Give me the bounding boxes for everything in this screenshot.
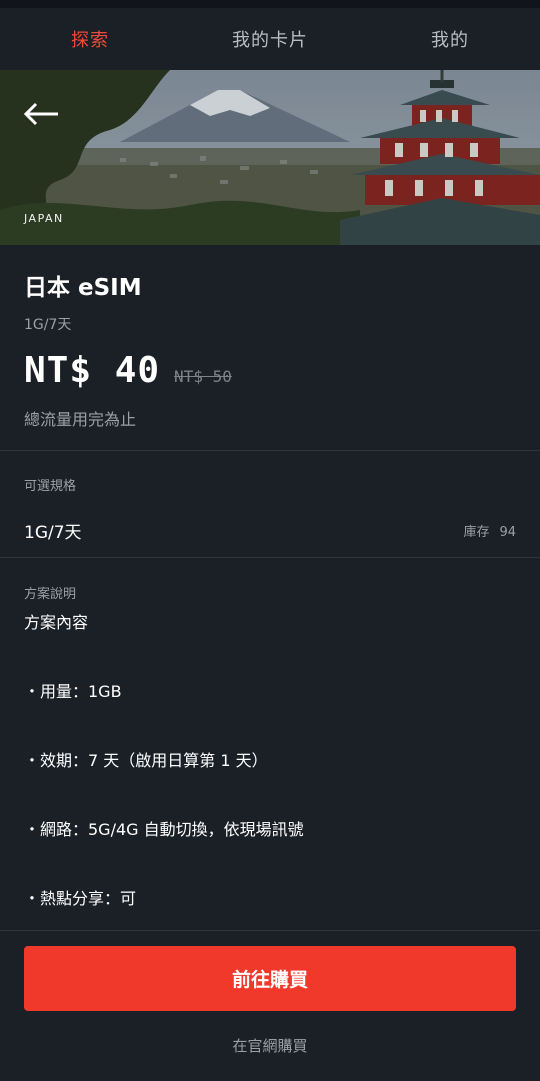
price-row: NT$ 40 NT$ 50 — [24, 350, 232, 391]
original-price: NT$ 50 — [174, 367, 232, 386]
spec-option[interactable]: 1G/7天 庫存 94 — [24, 518, 516, 543]
product-info: 日本 eSIM 1G/7天 — [24, 268, 516, 334]
spec-section-label: 可選規格 — [24, 479, 77, 494]
official-site-link[interactable]: 在官網購買 — [0, 1035, 540, 1056]
tab-my-cards[interactable]: 我的卡片 — [180, 26, 360, 52]
plan-description: 方案內容 ・用量：1GB ・效期：7 天（啟用日算第 1 天） ・網路：5G/4… — [24, 612, 516, 957]
back-button[interactable] — [22, 98, 62, 130]
buy-button[interactable]: 前往購買 — [24, 946, 516, 1011]
description-line: 方案內容 — [24, 613, 89, 632]
spec-value: 1G/7天 — [24, 523, 82, 543]
status-bar — [0, 0, 540, 8]
divider — [0, 557, 540, 558]
description-line: ・效期：7 天（啟用日算第 1 天） — [24, 751, 268, 770]
hero-banner: JAPAN — [0, 70, 540, 245]
description-section-label: 方案說明 — [24, 587, 77, 602]
description-line: ・用量：1GB — [24, 682, 122, 701]
stock-label: 庫存 — [463, 525, 490, 540]
bottom-action-bar: 前往購買 在官網購買 — [0, 930, 540, 1081]
country-tag: JAPAN — [24, 212, 64, 225]
usage-note: 總流量用完為止 — [24, 410, 137, 429]
tab-explore[interactable]: 探索 — [0, 26, 180, 52]
stock-count: 94 — [499, 525, 516, 540]
product-subtitle: 1G/7天 — [24, 317, 72, 333]
stock-info: 庫存 94 — [463, 521, 516, 540]
divider — [0, 450, 540, 451]
tab-me[interactable]: 我的 — [360, 26, 540, 52]
description-line: ・網路：5G/4G 自動切換，依現場訊號 — [24, 820, 304, 839]
top-tab-bar: 探索 我的卡片 我的 — [0, 8, 540, 71]
current-price: NT$ 40 — [24, 350, 161, 391]
product-title: 日本 eSIM — [24, 275, 142, 301]
back-arrow-icon — [23, 102, 58, 126]
hero-image — [0, 70, 540, 245]
